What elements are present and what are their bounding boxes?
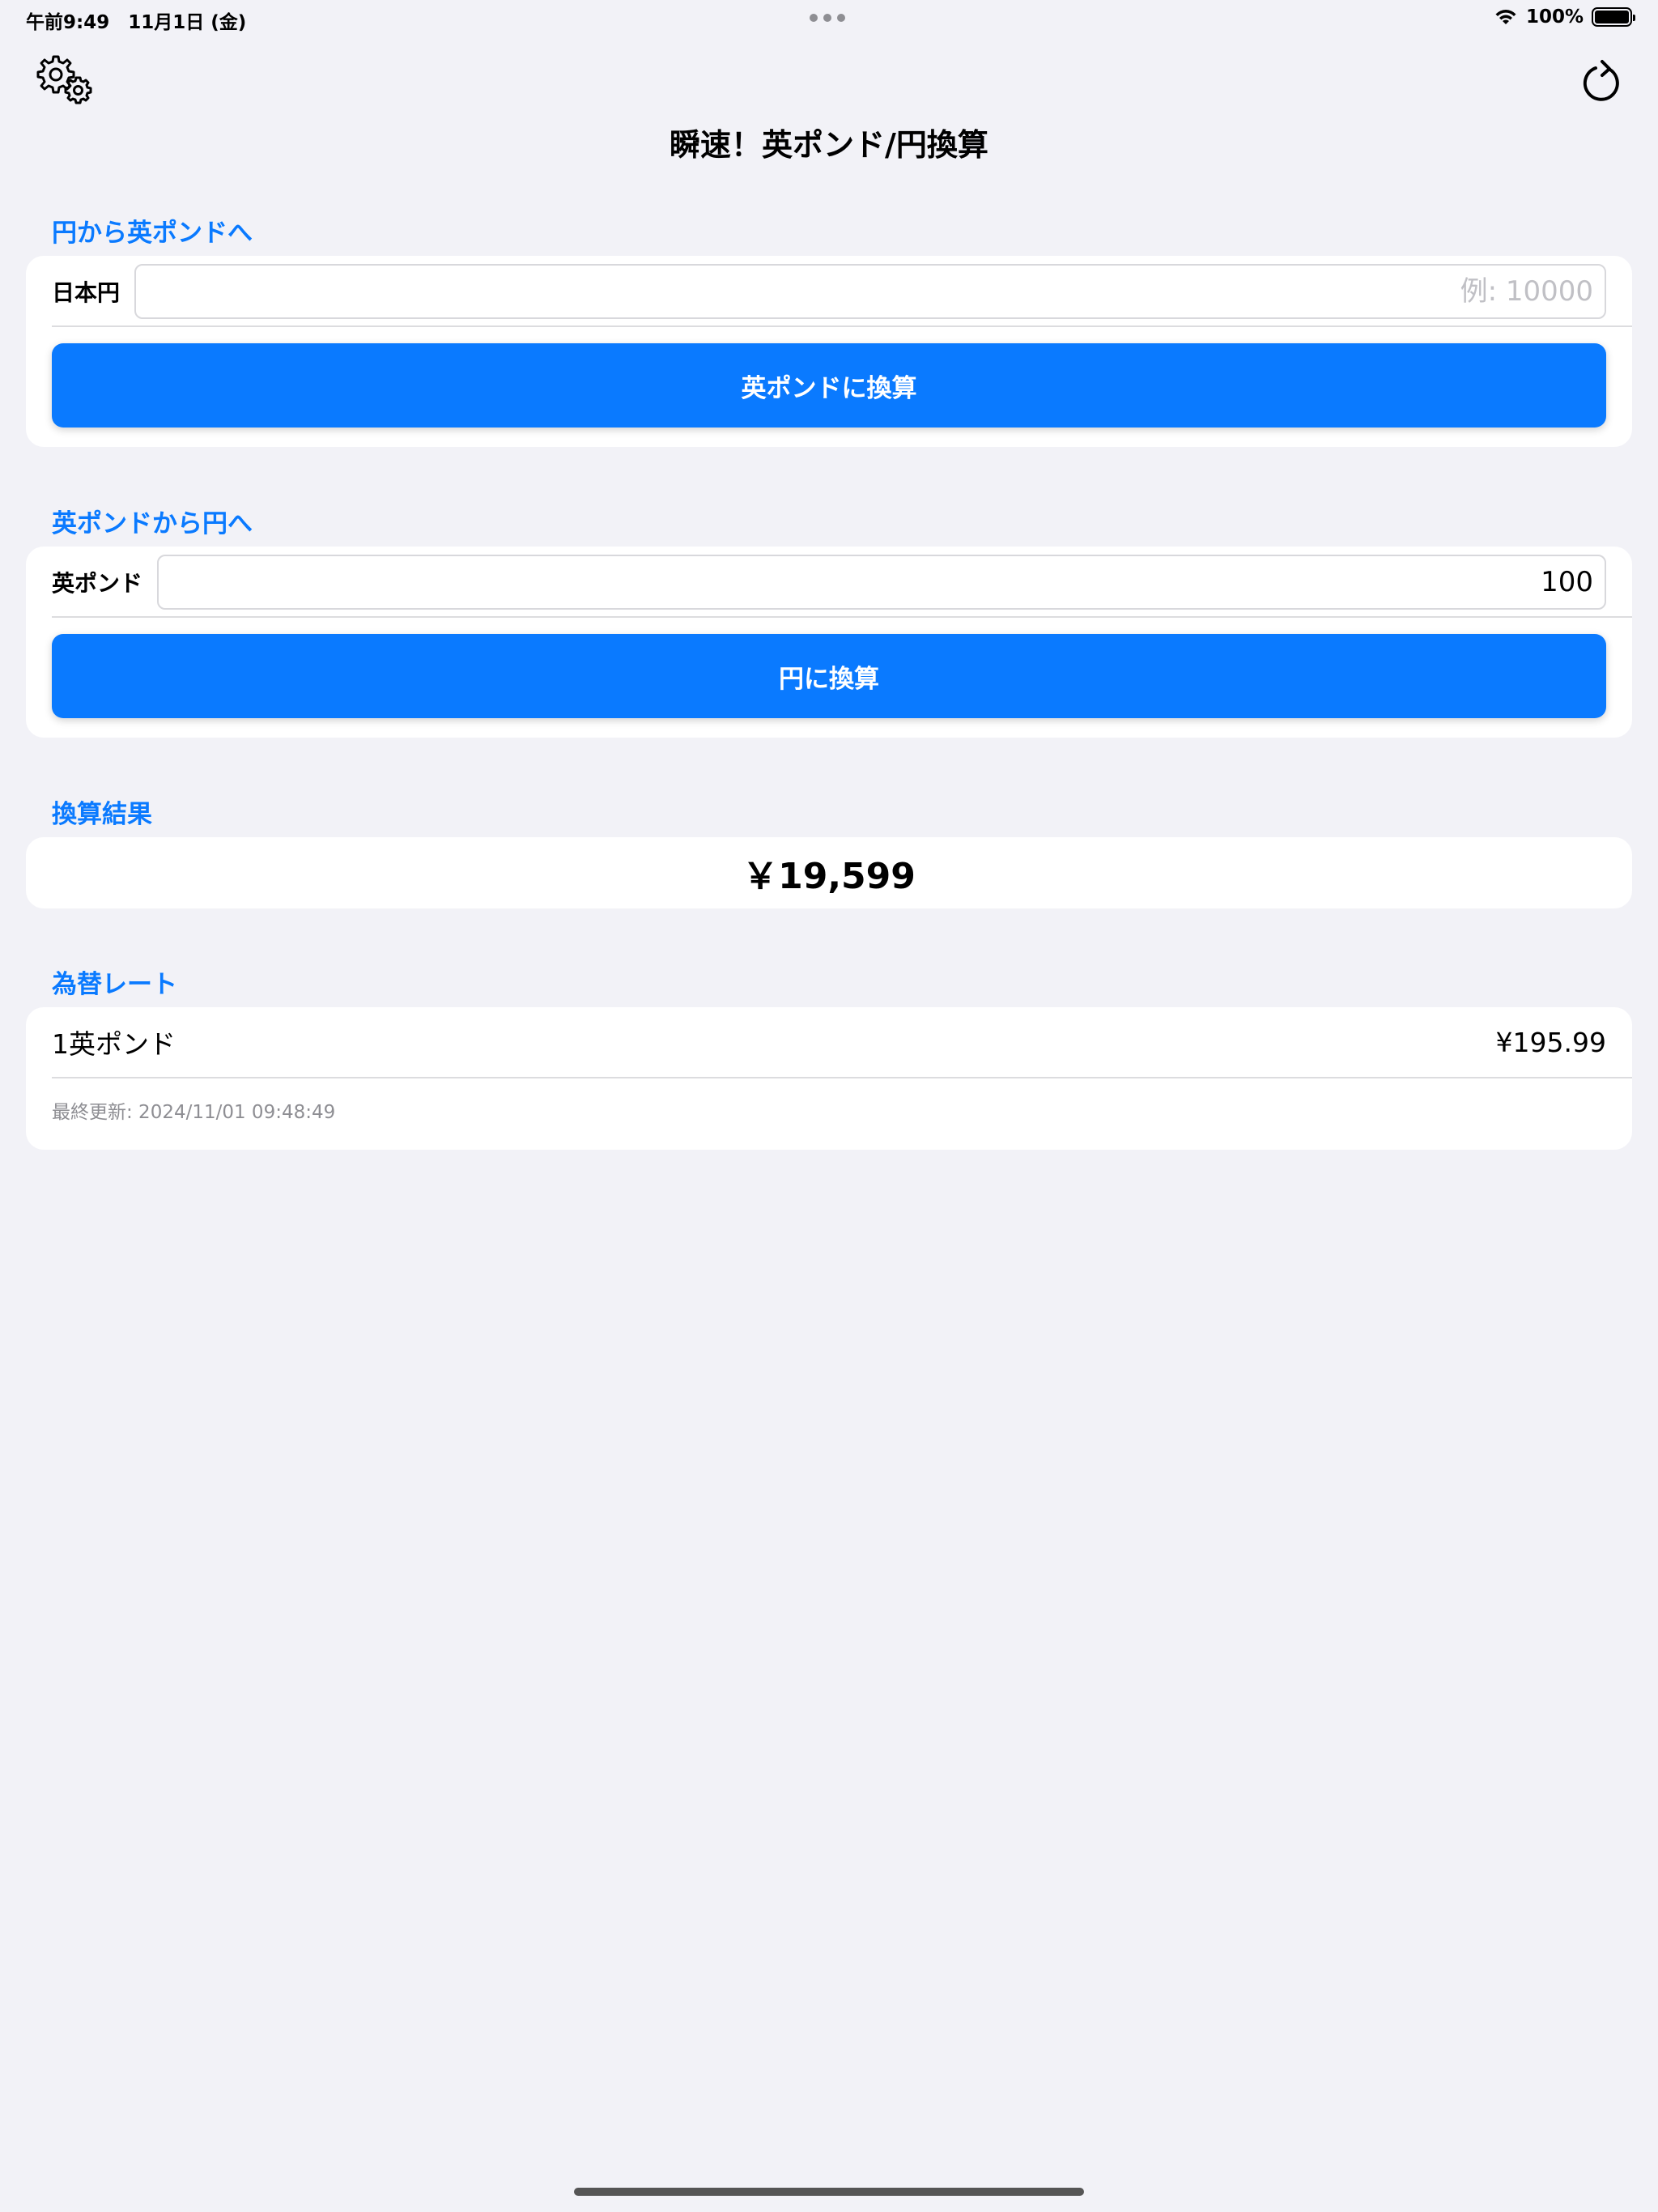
page-title: 瞬速！英ポンド/円換算 — [670, 127, 988, 163]
result-card: ￥19,599 — [26, 837, 1632, 908]
app-screen: 午前9:49 11月1日 (金) 100% 瞬速！英ポンド/円換算 円から英ポン… — [0, 0, 1658, 2212]
status-time: 午前9:49 11月1日 (金) — [26, 12, 247, 33]
gbp-field-label: 英ポンド — [52, 570, 143, 597]
divider — [52, 616, 1632, 618]
section-header-rate: 為替レート — [52, 970, 177, 999]
divider — [52, 325, 1632, 327]
gbp-to-yen-card: 英ポンド 円に換算 — [26, 547, 1632, 738]
multitasking-dots-icon[interactable] — [810, 14, 845, 22]
refresh-button[interactable] — [1575, 55, 1629, 108]
battery-percent: 100% — [1525, 6, 1584, 28]
wifi-icon — [1495, 10, 1516, 24]
yen-input-row: 日本円 — [52, 264, 1606, 319]
gbp-input-row: 英ポンド — [52, 555, 1606, 610]
convert-to-yen-button[interactable]: 円に換算 — [52, 634, 1606, 718]
rate-unit-value: ¥195.99 — [1495, 1026, 1606, 1058]
yen-amount-input[interactable] — [134, 264, 1606, 319]
rate-card: 1英ポンド ¥195.99 最終更新: 2024/11/01 09:48:49 — [26, 1007, 1632, 1150]
settings-button[interactable] — [32, 53, 97, 107]
gears-icon — [36, 55, 92, 104]
rate-row: 1英ポンド ¥195.99 — [52, 1007, 1606, 1077]
rate-unit-label: 1英ポンド — [52, 1028, 176, 1060]
yen-field-label: 日本円 — [52, 279, 121, 306]
battery-icon — [1592, 7, 1635, 27]
section-header-gbp-to-yen: 英ポンドから円へ — [52, 509, 253, 538]
divider — [52, 1077, 1632, 1078]
section-header-yen-to-gbp: 円から英ポンドへ — [52, 219, 253, 248]
result-value: ￥19,599 — [742, 856, 916, 897]
home-indicator[interactable] — [574, 2188, 1084, 2196]
status-right: 100% — [1494, 6, 1635, 28]
yen-to-gbp-card: 日本円 英ポンドに換算 — [26, 256, 1632, 447]
section-header-result: 換算結果 — [52, 800, 152, 829]
convert-to-gbp-button[interactable]: 英ポンドに換算 — [52, 343, 1606, 428]
refresh-icon — [1583, 60, 1619, 101]
status-bar: 午前9:49 11月1日 (金) 100% — [0, 0, 1658, 39]
last-updated-text: 最終更新: 2024/11/01 09:48:49 — [52, 1102, 336, 1123]
gbp-amount-input[interactable] — [157, 555, 1606, 610]
